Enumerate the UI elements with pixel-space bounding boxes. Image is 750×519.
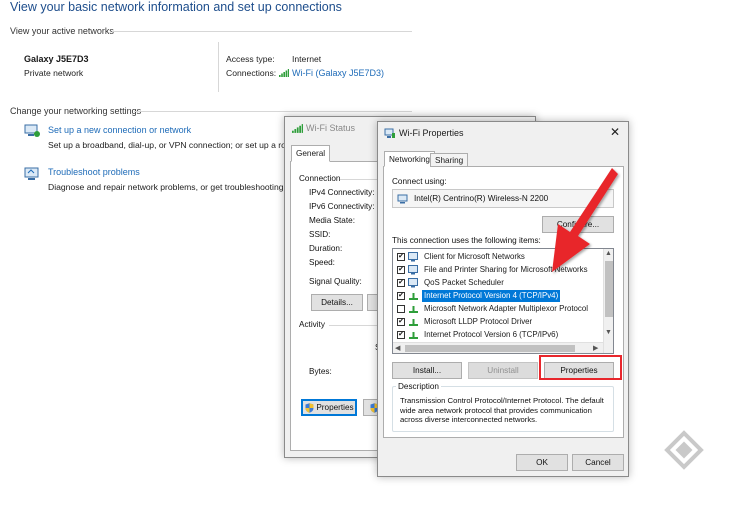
horizontal-scrollbar[interactable]: ◀ ▶ bbox=[393, 342, 603, 353]
bytes-label: Bytes: bbox=[309, 367, 332, 376]
scroll-down-icon[interactable]: ▼ bbox=[605, 329, 612, 336]
access-type-value: Internet bbox=[292, 54, 322, 64]
window-title: Wi-Fi Properties bbox=[399, 128, 464, 138]
item-label: Internet Protocol Version 6 (TCP/IPv6) bbox=[424, 330, 559, 339]
protocol-icon bbox=[409, 306, 418, 313]
troubleshoot-link[interactable]: Troubleshoot problems bbox=[48, 167, 140, 177]
divider bbox=[218, 42, 219, 92]
network-adapter-icon bbox=[384, 128, 395, 138]
tab-networking[interactable]: Networking bbox=[384, 151, 435, 167]
troubleshoot-desc: Diagnose and repair network problems, or… bbox=[48, 182, 293, 192]
network-client-icon bbox=[408, 278, 418, 288]
item-checkbox[interactable]: ✔ bbox=[397, 266, 405, 274]
item-checkbox[interactable]: ✔ bbox=[397, 279, 405, 287]
details-button[interactable]: Details... bbox=[311, 294, 363, 311]
network-client-icon bbox=[408, 252, 418, 262]
access-type-label: Access type: bbox=[226, 54, 275, 64]
uninstall-button[interactable]: Uninstall bbox=[468, 362, 538, 379]
items-label: This connection uses the following items… bbox=[392, 236, 541, 245]
connections-label: Connections: bbox=[226, 68, 277, 78]
setup-connection-link[interactable]: Set up a new connection or network bbox=[48, 125, 191, 135]
wifi-signal-icon bbox=[292, 124, 303, 133]
network-adapter-icon bbox=[397, 194, 408, 204]
status-properties-button[interactable]: Properties bbox=[301, 399, 357, 416]
description-label: Description bbox=[396, 382, 441, 391]
install-button[interactable]: Install... bbox=[392, 362, 462, 379]
signal-quality-label: Signal Quality: bbox=[309, 277, 362, 286]
divider bbox=[134, 111, 412, 112]
window-title: Wi-Fi Status bbox=[306, 123, 356, 133]
protocol-icon bbox=[409, 293, 418, 300]
scrollbar-thumb[interactable] bbox=[405, 345, 575, 352]
item-label: Microsoft LLDP Protocol Driver bbox=[424, 317, 533, 326]
adapter-name: Intel(R) Centrino(R) Wireless-N 2200 bbox=[414, 194, 549, 203]
item-label: QoS Packet Scheduler bbox=[424, 278, 504, 287]
connection-heading: Connection bbox=[299, 174, 341, 183]
description-text: Transmission Control Protocol/Internet P… bbox=[400, 396, 604, 425]
setup-connection-desc: Set up a broadband, dial-up, or VPN conn… bbox=[48, 140, 298, 150]
connections-link[interactable]: Wi-Fi (Galaxy J5E7D3) bbox=[279, 68, 384, 78]
item-label: Client for Microsoft Networks bbox=[424, 252, 525, 261]
tab-general[interactable]: General bbox=[291, 145, 331, 162]
network-type: Private network bbox=[24, 68, 84, 78]
divider bbox=[112, 31, 412, 32]
network-client-icon bbox=[408, 265, 418, 275]
new-connection-icon bbox=[24, 124, 40, 137]
ipv6-label: IPv6 Connectivity: bbox=[309, 202, 375, 211]
highlight-box bbox=[539, 355, 622, 380]
protocol-icon bbox=[409, 332, 418, 339]
ok-button[interactable]: OK bbox=[516, 454, 568, 471]
item-label: Internet Protocol Version 4 (TCP/IPv4) bbox=[422, 290, 561, 302]
change-settings-heading: Change your networking settings bbox=[10, 106, 142, 116]
status-properties-label: Properties bbox=[316, 403, 354, 412]
page-title: View your basic network information and … bbox=[10, 0, 342, 14]
red-arrow-icon bbox=[552, 168, 618, 272]
item-checkbox[interactable] bbox=[397, 305, 405, 313]
shield-icon bbox=[305, 403, 314, 413]
wifi-signal-icon bbox=[279, 69, 289, 77]
item-checkbox[interactable]: ✔ bbox=[397, 318, 405, 326]
connect-using-label: Connect using: bbox=[392, 177, 447, 186]
network-name: Galaxy J5E7D3 bbox=[24, 54, 89, 64]
item-checkbox[interactable]: ✔ bbox=[397, 253, 405, 261]
item-checkbox[interactable]: ✔ bbox=[397, 331, 405, 339]
speed-label: Speed: bbox=[309, 258, 335, 267]
logo-icon bbox=[664, 430, 704, 470]
media-state-label: Media State: bbox=[309, 216, 355, 225]
scroll-left-icon[interactable]: ◀ bbox=[395, 344, 400, 352]
tab-sharing[interactable]: Sharing bbox=[430, 153, 469, 167]
ipv4-label: IPv4 Connectivity: bbox=[309, 188, 375, 197]
protocol-icon bbox=[409, 319, 418, 326]
close-icon[interactable]: ✕ bbox=[610, 125, 620, 139]
activity-heading: Activity bbox=[299, 320, 325, 329]
duration-label: Duration: bbox=[309, 244, 343, 253]
item-checkbox[interactable]: ✔ bbox=[397, 292, 405, 300]
ssid-label: SSID: bbox=[309, 230, 331, 239]
scroll-right-icon[interactable]: ▶ bbox=[593, 344, 598, 352]
active-networks-heading: View your active networks bbox=[10, 26, 114, 36]
connections-value: Wi-Fi (Galaxy J5E7D3) bbox=[292, 68, 385, 78]
troubleshoot-icon bbox=[24, 167, 39, 180]
cancel-button[interactable]: Cancel bbox=[572, 454, 624, 471]
item-label: Microsoft Network Adapter Multiplexor Pr… bbox=[424, 304, 589, 313]
